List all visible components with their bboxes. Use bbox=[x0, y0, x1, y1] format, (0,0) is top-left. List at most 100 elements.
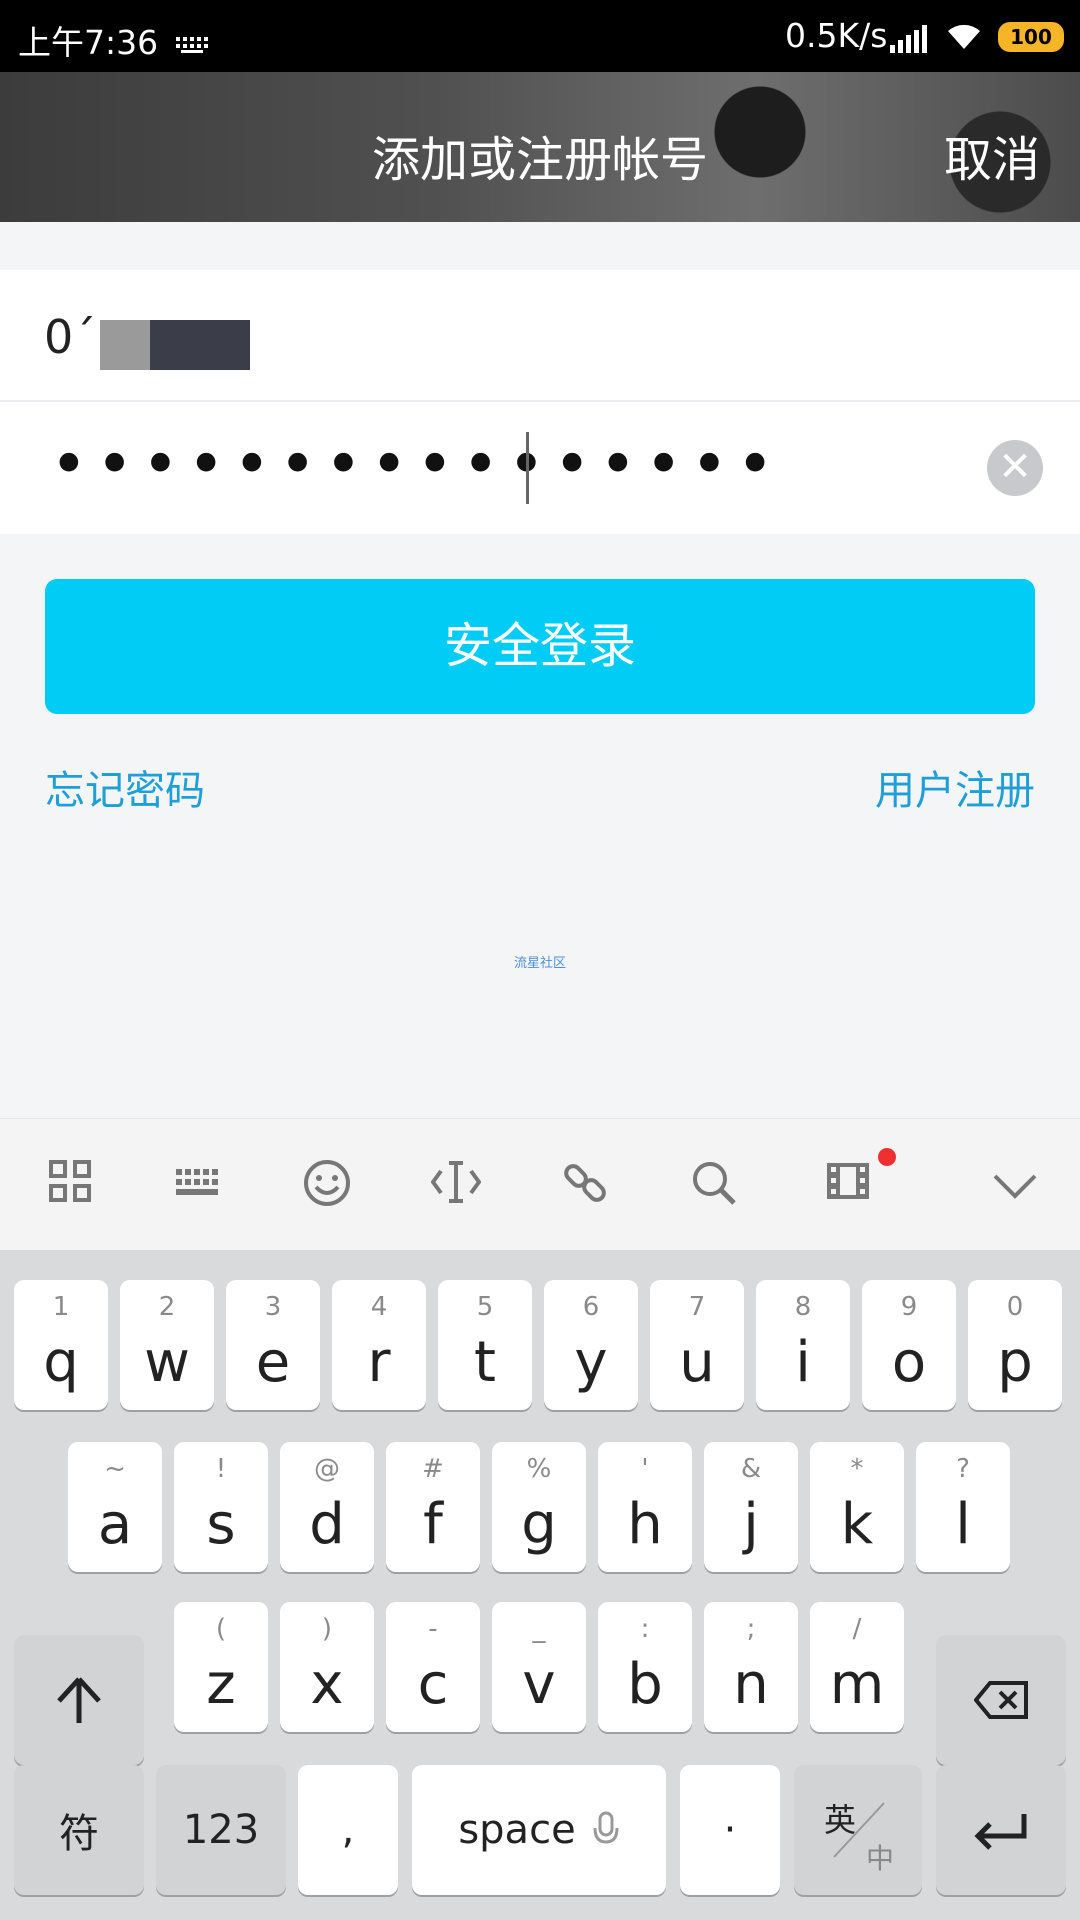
key-f[interactable]: # f bbox=[386, 1442, 480, 1572]
key-letter: z bbox=[206, 1652, 236, 1717]
key-o[interactable]: 9o bbox=[862, 1280, 956, 1410]
page-title: 添加或注册帐号 bbox=[371, 132, 708, 188]
key-hint: 7 bbox=[688, 1292, 706, 1322]
emoji-icon[interactable] bbox=[297, 1159, 357, 1219]
key-j[interactable]: & j bbox=[704, 1442, 798, 1572]
search-icon[interactable] bbox=[684, 1159, 744, 1219]
key-k[interactable]: * k bbox=[810, 1442, 904, 1572]
key-hint: - bbox=[428, 1614, 438, 1644]
comma-key[interactable]: , bbox=[298, 1765, 398, 1895]
key-n[interactable]: ; n bbox=[704, 1602, 798, 1732]
apps-grid-icon[interactable] bbox=[40, 1159, 100, 1219]
clear-icon[interactable]: ✕ bbox=[987, 440, 1043, 496]
symbols-key[interactable]: 符 bbox=[14, 1765, 144, 1895]
password-mask: •••••••••••••••• bbox=[50, 428, 782, 502]
password-field[interactable]: •••••••••••••••• ✕ bbox=[0, 402, 1080, 534]
notification-dot bbox=[878, 1148, 896, 1166]
community-link[interactable]: 流星社区 bbox=[0, 952, 1080, 971]
key-letter: x bbox=[310, 1652, 344, 1717]
secure-login-button[interactable]: 安全登录 bbox=[45, 579, 1035, 714]
key-i[interactable]: 8i bbox=[756, 1280, 850, 1410]
key-letter: s bbox=[206, 1492, 236, 1557]
collapse-keyboard-icon[interactable] bbox=[985, 1159, 1045, 1219]
space-key[interactable]: space bbox=[412, 1765, 666, 1895]
key-letter: p bbox=[997, 1330, 1033, 1395]
key-hint: 3 bbox=[264, 1292, 282, 1322]
slash-divider bbox=[833, 1802, 885, 1858]
key-c[interactable]: -c bbox=[386, 1602, 480, 1732]
microphone-icon bbox=[593, 1811, 619, 1844]
key-a[interactable]: ~ a bbox=[68, 1442, 162, 1572]
key-p[interactable]: 0p bbox=[968, 1280, 1062, 1410]
key-hint: ( bbox=[215, 1614, 227, 1644]
key-y[interactable]: 6y bbox=[544, 1280, 638, 1410]
key-hint: 5 bbox=[476, 1292, 494, 1322]
key-letter: j bbox=[743, 1492, 759, 1557]
key-letter: c bbox=[417, 1652, 449, 1717]
key-l[interactable]: ? l bbox=[916, 1442, 1010, 1572]
key-u[interactable]: 7u bbox=[650, 1280, 744, 1410]
keyboard-icon[interactable] bbox=[168, 1159, 228, 1219]
key-hint: 2 bbox=[158, 1292, 176, 1322]
key-w[interactable]: 2w bbox=[120, 1280, 214, 1410]
battery-indicator: 100 bbox=[998, 22, 1064, 52]
backspace-key[interactable] bbox=[936, 1635, 1066, 1765]
key-hint: ' bbox=[641, 1454, 649, 1484]
account-field[interactable]: 0´ bbox=[0, 270, 1080, 402]
cancel-button[interactable]: 取消 bbox=[944, 120, 1040, 190]
key-s[interactable]: ! s bbox=[174, 1442, 268, 1572]
status-bar: 上午7:36 0.5K/s 100 bbox=[0, 0, 1080, 72]
keyboard-status-icon bbox=[175, 24, 209, 63]
space-key-label: space bbox=[458, 1807, 576, 1853]
key-hint: 1 bbox=[52, 1292, 70, 1322]
key-m[interactable]: / m bbox=[810, 1602, 904, 1732]
key-r[interactable]: 4r bbox=[332, 1280, 426, 1410]
key-e[interactable]: 3e bbox=[226, 1280, 320, 1410]
shift-key[interactable] bbox=[14, 1635, 144, 1765]
enter-key[interactable] bbox=[936, 1765, 1066, 1895]
network-speed: 0.5K/s bbox=[785, 16, 888, 55]
key-hint: 9 bbox=[900, 1292, 918, 1322]
comma-key-label: , bbox=[341, 1807, 355, 1853]
key-hint: % bbox=[526, 1454, 552, 1484]
key-letter: t bbox=[474, 1330, 496, 1395]
period-key-label: · bbox=[723, 1807, 737, 1853]
key-hint: ~ bbox=[104, 1454, 126, 1484]
key-hint: 8 bbox=[794, 1292, 812, 1322]
key-g[interactable]: % g bbox=[492, 1442, 586, 1572]
key-hint: # bbox=[422, 1454, 444, 1484]
key-letter: e bbox=[255, 1330, 291, 1395]
key-t[interactable]: 5t bbox=[438, 1280, 532, 1410]
key-hint: _ bbox=[532, 1614, 546, 1644]
forgot-password-link[interactable]: 忘记密码 bbox=[45, 758, 205, 816]
key-d[interactable]: @ d bbox=[280, 1442, 374, 1572]
text-cursor bbox=[526, 432, 529, 504]
key-v[interactable]: _ v bbox=[492, 1602, 586, 1732]
key-letter: y bbox=[574, 1330, 608, 1395]
video-icon[interactable] bbox=[818, 1159, 878, 1219]
numbers-key[interactable]: 123 bbox=[156, 1765, 286, 1895]
key-letter: u bbox=[679, 1330, 715, 1395]
key-hint: & bbox=[740, 1454, 762, 1484]
period-key[interactable]: · bbox=[680, 1765, 780, 1895]
key-letter: n bbox=[733, 1652, 769, 1717]
key-letter: w bbox=[144, 1330, 190, 1395]
key-hint: / bbox=[852, 1614, 862, 1644]
key-hint: ? bbox=[956, 1454, 970, 1484]
key-q[interactable]: 1q bbox=[14, 1280, 108, 1410]
key-letter: f bbox=[423, 1492, 443, 1557]
register-link[interactable]: 用户注册 bbox=[875, 758, 1035, 816]
key-x[interactable]: ) x bbox=[280, 1602, 374, 1732]
key-letter: h bbox=[627, 1492, 663, 1557]
key-hint: ! bbox=[215, 1454, 227, 1484]
language-switch-key[interactable]: 英 中 bbox=[794, 1765, 922, 1895]
key-z[interactable]: (z bbox=[174, 1602, 268, 1732]
key-b[interactable]: :b bbox=[598, 1602, 692, 1732]
login-form: 0´ •••••••••••••••• ✕ bbox=[0, 270, 1080, 534]
key-h[interactable]: ' h bbox=[598, 1442, 692, 1572]
cursor-icon[interactable] bbox=[426, 1159, 486, 1219]
key-letter: q bbox=[43, 1330, 79, 1395]
key-hint: 4 bbox=[370, 1292, 388, 1322]
link-icon[interactable] bbox=[555, 1159, 615, 1219]
key-hint: @ bbox=[314, 1454, 340, 1484]
